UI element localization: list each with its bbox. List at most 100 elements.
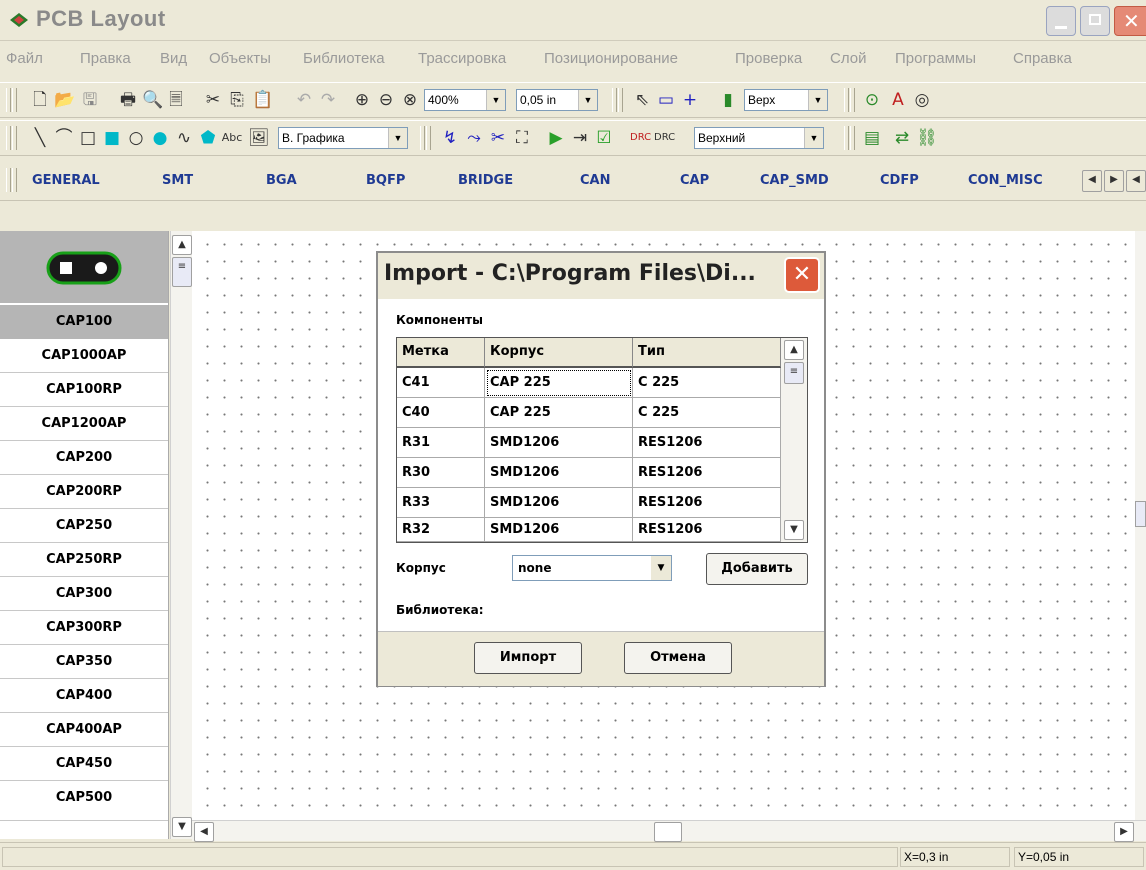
table-cell[interactable]: RES1206: [633, 458, 781, 488]
netlist-icon[interactable]: ⛓: [916, 128, 938, 148]
column-header-package[interactable]: Корпус: [485, 338, 633, 368]
scroll-thumb[interactable]: ≡: [172, 257, 192, 287]
copper-pour-icon[interactable]: ⛶: [512, 128, 532, 148]
list-item[interactable]: CAP1200AP: [0, 407, 168, 441]
table-cell[interactable]: R33: [397, 488, 485, 518]
origin-icon[interactable]: +: [680, 90, 700, 110]
add-button[interactable]: Добавить: [706, 553, 808, 585]
menu-edit[interactable]: Правка: [80, 50, 131, 67]
polygon-icon[interactable]: ⬟: [198, 128, 218, 148]
close-button[interactable]: ✕: [1114, 6, 1146, 36]
library-tab-con-misc[interactable]: CON_MISC: [968, 173, 1043, 188]
circle-icon[interactable]: ○: [126, 128, 146, 148]
menu-routing[interactable]: Трассировка: [418, 50, 506, 67]
checklist-icon[interactable]: ☑: [594, 128, 614, 148]
table-cell[interactable]: C 225: [633, 368, 781, 398]
menu-file[interactable]: Файл: [6, 50, 43, 67]
menu-check[interactable]: Проверка: [735, 50, 802, 67]
zoom-in-icon[interactable]: ⊕: [352, 90, 372, 110]
library-tab-cap-smd[interactable]: CAP_SMD: [760, 173, 829, 188]
toolbar-grip[interactable]: [12, 168, 17, 192]
text-tool-icon[interactable]: Abc: [220, 128, 244, 148]
scroll-up-icon[interactable]: ▲: [172, 235, 192, 255]
rectangle-icon[interactable]: □: [78, 128, 98, 148]
filled-circle-icon[interactable]: ●: [150, 128, 170, 148]
toolbar-grip[interactable]: [844, 126, 849, 150]
table-cell[interactable]: C40: [397, 398, 485, 428]
table-cell[interactable]: SMD1206: [485, 518, 633, 542]
component-list-scrollbar[interactable]: ▲ ≡ ▼: [170, 231, 193, 839]
tab-scroll-left-icon[interactable]: ◀: [1082, 170, 1102, 192]
via-icon[interactable]: ◎: [912, 90, 932, 110]
library-tab-general[interactable]: GENERAL: [32, 173, 100, 188]
table-scrollbar[interactable]: ▲ ≡ ▼: [781, 338, 807, 542]
graphics-layer-select[interactable]: В. Графика ▼: [278, 127, 408, 149]
copper-layer-select[interactable]: Верхний ▼: [694, 127, 824, 149]
column-header-label[interactable]: Метка: [397, 338, 485, 368]
zoom-out-icon[interactable]: ⊖: [376, 90, 396, 110]
table-cell[interactable]: R31: [397, 428, 485, 458]
autoroute-icon[interactable]: ⤳: [464, 128, 484, 148]
table-cell[interactable]: SMD1206: [485, 458, 633, 488]
canvas-vertical-scrollbar[interactable]: [1135, 231, 1146, 820]
package-select[interactable]: none ▼: [512, 555, 672, 581]
toolbar-grip[interactable]: [6, 168, 11, 192]
toolbar-grip[interactable]: [6, 126, 11, 150]
import-button[interactable]: Импорт: [474, 642, 582, 674]
library-tab-smt[interactable]: SMT: [162, 173, 193, 188]
list-item[interactable]: CAP400: [0, 679, 168, 713]
component-icon[interactable]: ▤: [862, 128, 882, 148]
table-cell[interactable]: SMD1206: [485, 428, 633, 458]
select-cursor-icon[interactable]: ⇖: [632, 90, 652, 110]
filled-rectangle-icon[interactable]: ■: [102, 128, 122, 148]
document-icon[interactable]: 🗏: [166, 90, 186, 110]
polyline-icon[interactable]: ∿: [174, 128, 194, 148]
menu-programs[interactable]: Программы: [895, 50, 976, 67]
tab-scroll-right-icon[interactable]: ▶: [1104, 170, 1124, 192]
drc-settings-icon[interactable]: DRC: [654, 128, 675, 148]
toolbar-grip[interactable]: [12, 126, 17, 150]
grid-step-select[interactable]: 0,05 in ▼: [516, 89, 598, 111]
scroll-thumb[interactable]: [1135, 501, 1146, 527]
table-cell[interactable]: RES1206: [633, 428, 781, 458]
arc-icon[interactable]: ⌒: [54, 128, 74, 148]
redo-icon[interactable]: ↷: [318, 90, 338, 110]
copy-icon[interactable]: ⎘: [227, 90, 247, 110]
print-preview-icon[interactable]: 🔍: [142, 90, 163, 110]
list-item[interactable]: CAP450: [0, 747, 168, 781]
list-item[interactable]: CAP250: [0, 509, 168, 543]
toolbar-grip[interactable]: [844, 88, 849, 112]
measure-icon[interactable]: ▭: [656, 90, 676, 110]
menu-view[interactable]: Вид: [160, 50, 187, 67]
toolbar-grip[interactable]: [426, 126, 431, 150]
list-item[interactable]: CAP350: [0, 645, 168, 679]
table-cell[interactable]: RES1206: [633, 488, 781, 518]
zoom-fit-icon[interactable]: ⊗: [400, 90, 420, 110]
library-tab-cap[interactable]: CAP: [680, 173, 709, 188]
scroll-thumb[interactable]: ≡: [784, 362, 804, 384]
library-tab-can[interactable]: CAN: [580, 173, 610, 188]
new-file-icon[interactable]: 🗋: [30, 90, 50, 110]
toolbar-grip[interactable]: [850, 88, 855, 112]
zoom-select[interactable]: 400% ▼: [424, 89, 506, 111]
toolbar-grip[interactable]: [6, 88, 11, 112]
table-cell[interactable]: R30: [397, 458, 485, 488]
list-item[interactable]: CAP200RP: [0, 475, 168, 509]
table-cell[interactable]: C41: [397, 368, 485, 398]
export-icon[interactable]: ⇥: [570, 128, 590, 148]
paste-icon[interactable]: 📋: [252, 90, 273, 110]
selected-component[interactable]: CAP100: [0, 305, 168, 339]
text-icon[interactable]: A: [888, 90, 908, 110]
image-icon[interactable]: 🖼: [248, 128, 270, 148]
unroute-icon[interactable]: ✂: [488, 128, 508, 148]
drc-icon[interactable]: DRC: [630, 128, 651, 148]
menu-help[interactable]: Справка: [1013, 50, 1072, 67]
table-cell[interactable]: R32: [397, 518, 485, 542]
list-item[interactable]: CAP500: [0, 781, 168, 821]
table-cell[interactable]: SMD1206: [485, 488, 633, 518]
dialog-close-button[interactable]: ✕: [784, 257, 820, 293]
menu-layer[interactable]: Слой: [830, 50, 866, 67]
maximize-button[interactable]: [1080, 6, 1110, 36]
canvas-horizontal-scrollbar[interactable]: ◀ ▶: [192, 820, 1146, 842]
list-item[interactable]: CAP1000AP: [0, 339, 168, 373]
